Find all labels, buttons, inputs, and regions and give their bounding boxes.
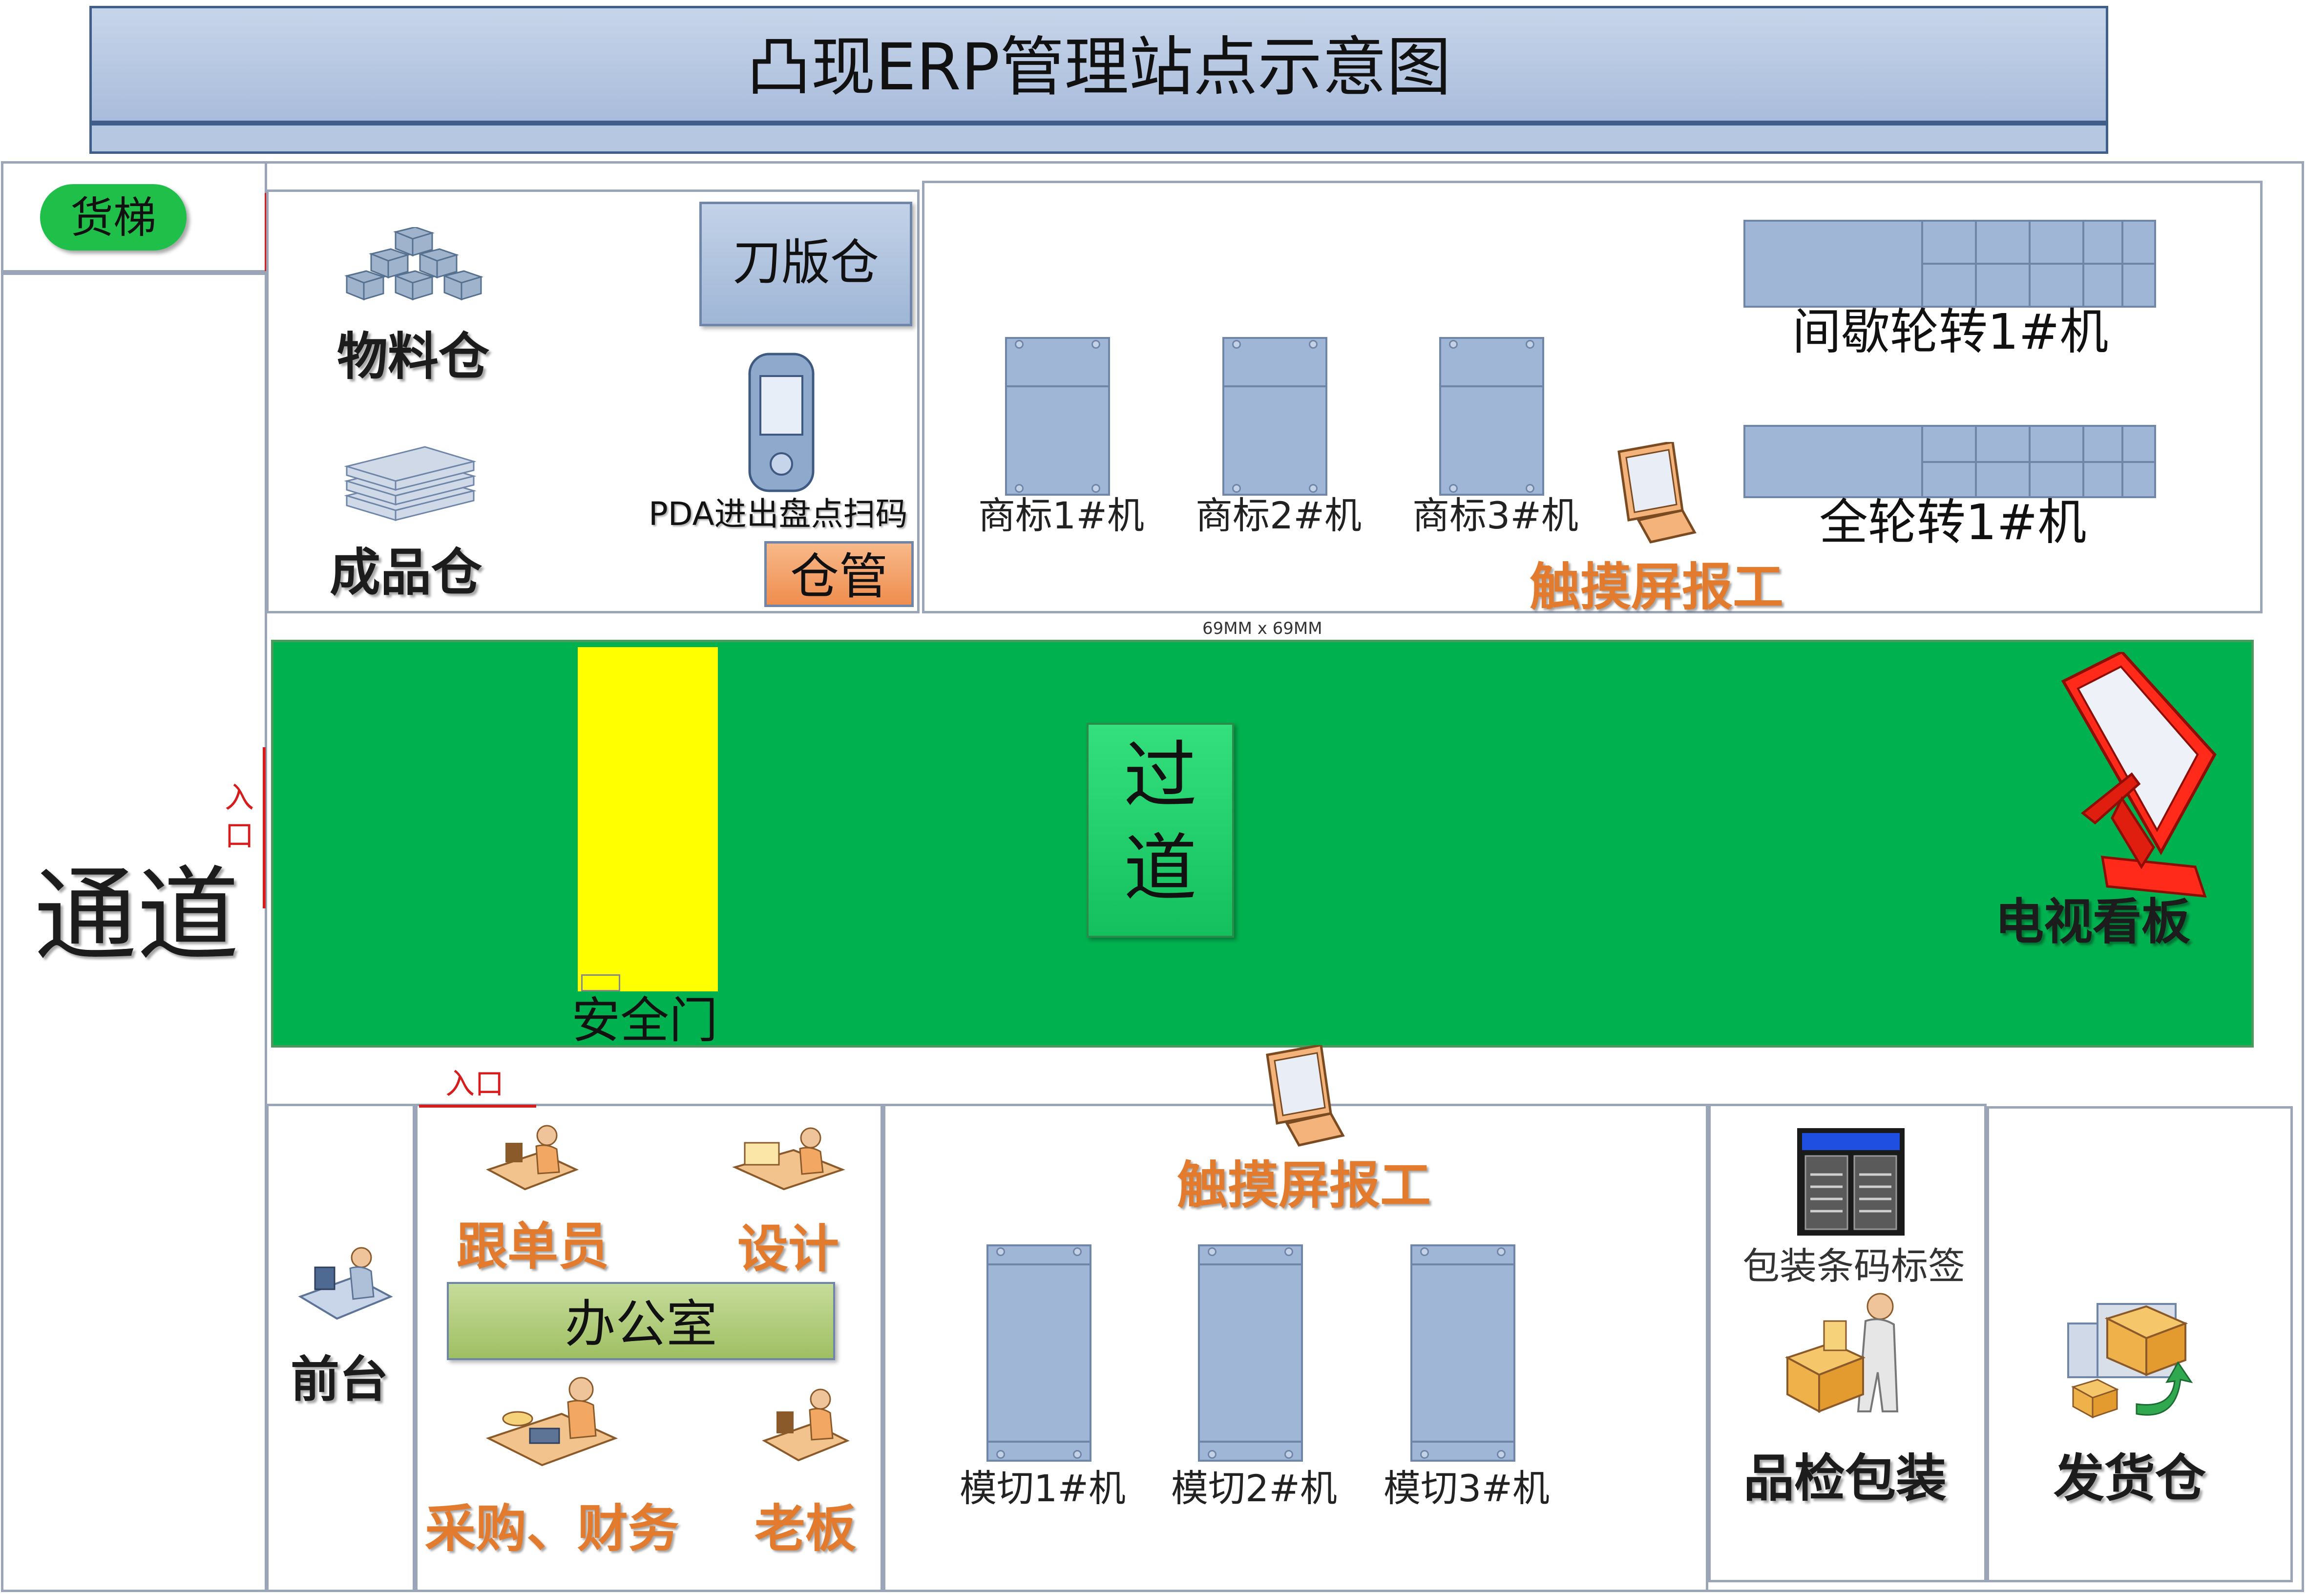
size-note: 69MM x 69MM (1202, 619, 1322, 638)
passage-sign: 过 道 (1087, 723, 1234, 938)
full-rotary-label: 全轮转1#机 (1819, 494, 2087, 551)
label-machine-1-label: 商标1#机 (978, 494, 1145, 537)
monitor-icon (1266, 1045, 1345, 1147)
channel-label: 通道 (34, 856, 240, 975)
monitor-icon (1617, 442, 1697, 544)
finished-warehouse-label: 成品仓 (330, 543, 482, 602)
tv-board-label: 电视看板 (1995, 893, 2190, 950)
label-machine-1 (1005, 337, 1110, 496)
die-cut-machine-3-label: 模切3#机 (1384, 1467, 1550, 1510)
label-machine-3 (1439, 337, 1544, 496)
pda-icon (748, 353, 815, 492)
die-cut-machine-1 (986, 1244, 1091, 1462)
shipping-label: 发货仓 (2054, 1449, 2206, 1508)
safety-door-handle (581, 974, 620, 991)
printer-icon (1797, 1128, 1905, 1236)
page-title: 凸现ERP管理站点示意图 (746, 30, 1451, 105)
boss-desk-icon (762, 1388, 850, 1462)
die-cut-machine-2 (1198, 1244, 1303, 1462)
die-board-warehouse: 刀版仓 (699, 202, 912, 326)
die-cut-machine-1-label: 模切1#机 (960, 1467, 1126, 1510)
title-bar: 凸现ERP管理站点示意图 (89, 6, 2108, 123)
purchase-finance-label: 采购、财务 (425, 1499, 679, 1558)
label-machine-3-label: 商标3#机 (1412, 494, 1579, 537)
design-label: 设计 (737, 1219, 839, 1279)
follower-label: 跟单员 (457, 1217, 609, 1276)
elevator-badge: 货梯 (40, 184, 187, 251)
touch-report-top-label: 触摸屏报工 (1530, 557, 1784, 617)
follower-desk-icon (485, 1125, 579, 1191)
delivery-truck-icon (2067, 1303, 2193, 1419)
boxes-icon (344, 227, 483, 301)
die-cut-machine-3 (1410, 1244, 1515, 1462)
material-warehouse-label: 物料仓 (337, 327, 490, 386)
label-machine-2-label: 商标2#机 (1195, 494, 1362, 537)
intermittent-rotary-machine (1743, 220, 2156, 308)
barcode-label: 包装条码标签 (1742, 1244, 1965, 1288)
paper-stack-icon (344, 446, 477, 522)
office-entry-label: 入口 (445, 1067, 504, 1101)
title-underbar (89, 123, 2108, 154)
packer-icon (1784, 1293, 1899, 1413)
die-cut-machine-2-label: 模切2#机 (1171, 1467, 1338, 1510)
touch-report-bottom-label: 触摸屏报工 (1177, 1155, 1431, 1215)
office-entry-marker (419, 1105, 536, 1108)
entry-label-mid: 入口 (225, 781, 254, 853)
keeper-box: 仓管 (764, 541, 914, 607)
boss-label: 老板 (755, 1499, 857, 1558)
pda-label: PDA进出盘点扫码 (649, 495, 908, 533)
tv-board-icon (2061, 652, 2217, 898)
purchase-desk-icon (485, 1377, 618, 1467)
label-machine-2 (1222, 337, 1327, 496)
reception-label: 前台 (291, 1351, 388, 1408)
worker-desk-icon (298, 1247, 393, 1320)
safety-door-label: 安全门 (571, 992, 718, 1049)
reception-area (266, 1104, 415, 1592)
intermittent-rotary-label: 间歇轮转1#机 (1792, 303, 2109, 360)
entry-marker-mid (263, 747, 266, 908)
safety-door (578, 647, 718, 991)
qc-packing-label: 品检包装 (1743, 1449, 1947, 1508)
full-rotary-machine (1743, 425, 2156, 498)
corridor (271, 640, 2254, 1048)
design-desk-icon (732, 1127, 845, 1191)
office-box: 办公室 (447, 1282, 835, 1360)
